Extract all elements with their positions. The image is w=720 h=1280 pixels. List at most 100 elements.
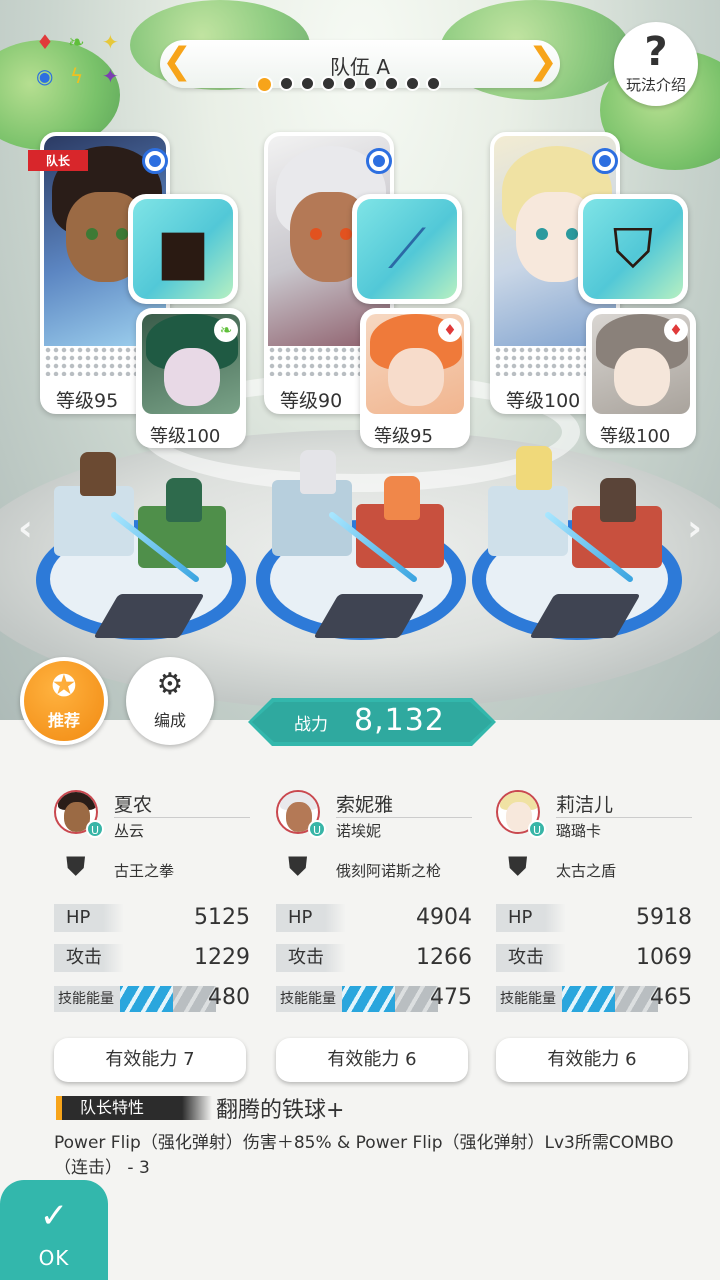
skill-energy-value: 465 — [650, 985, 692, 1010]
water-attribute-icon — [366, 148, 392, 174]
team-page-indicator[interactable] — [256, 76, 441, 94]
recommend-button[interactable]: ✪ 推荐 — [20, 657, 108, 745]
shield-icon: ⛉ — [612, 217, 654, 280]
leader-tag: 队长 — [28, 150, 89, 171]
team-power-banner: 战力 8,132 — [248, 698, 496, 746]
leader-trait-tag: 队长特性 — [56, 1096, 212, 1120]
light-sparkle-icon: ✦ — [102, 30, 119, 54]
hp-label: HP — [54, 904, 124, 932]
sub-link-icon: U — [86, 820, 104, 838]
sub-level: 等级100 — [144, 420, 227, 448]
water-attribute-icon — [142, 148, 168, 174]
team-page-dot[interactable] — [321, 76, 336, 91]
skill-energy-label: 技能能量 — [276, 986, 348, 1012]
help-button[interactable]: ? 玩法介绍 — [614, 22, 698, 106]
attack-value: 1266 — [416, 945, 472, 970]
element-chart[interactable]: ♦ ❧ ✦ ◉ ϟ ✦ — [34, 30, 134, 94]
main-level: 等级90 — [274, 384, 349, 410]
effective-ability-button[interactable]: 有效能力 6 — [496, 1038, 688, 1082]
team-page-dot[interactable] — [279, 76, 294, 91]
ok-button[interactable]: ✓ OK — [0, 1180, 108, 1280]
skill-energy-label: 技能能量 — [54, 986, 126, 1012]
power-value: 8,132 — [354, 703, 445, 738]
thunder-bolt-icon: ϟ — [70, 64, 84, 88]
fire-diamond-icon: ♦ — [36, 30, 54, 54]
attack-label: 攻击 — [496, 944, 566, 972]
dark-star-icon: ✦ — [102, 64, 119, 88]
water-attribute-icon — [592, 148, 618, 174]
sub-character-portrait[interactable]: ♦ 等级95 — [360, 308, 470, 448]
equipment-slot[interactable]: ⛉ — [578, 194, 688, 304]
attack-label: 攻击 — [276, 944, 346, 972]
hp-label: HP — [496, 904, 566, 932]
equipment-slot[interactable]: ▆ — [128, 194, 238, 304]
equipment-name: 古王之拳 — [114, 862, 175, 880]
character-name: 莉洁儿 — [556, 794, 614, 816]
formation-button[interactable]: ⚙ 编成 — [126, 657, 214, 745]
main-level: 等级95 — [50, 384, 125, 410]
sub-character-name: 丛云 — [114, 822, 145, 840]
team-page-dot[interactable] — [342, 76, 357, 91]
leader-trait-description: Power Flip（强化弹射）伤害＋85% & Power Flip（强化弹射… — [54, 1133, 674, 1178]
water-orb-icon: ◉ — [36, 64, 54, 88]
character-stats-column-2: U 索妮雅 诺埃妮 ⛊ 俄刻阿诺斯之枪 HP 4904 攻击 1266 技能能量 4… — [276, 790, 472, 1082]
question-mark-icon: ? — [644, 29, 668, 75]
effective-ability-button[interactable]: 有效能力 6 — [276, 1038, 468, 1082]
skill-energy-label: 技能能量 — [496, 986, 568, 1012]
chevron-right-icon[interactable]: › — [687, 508, 702, 549]
team-page-dot[interactable] — [256, 76, 273, 93]
skill-energy-value: 480 — [208, 985, 250, 1010]
hp-value: 4904 — [416, 905, 472, 930]
team-page-dot[interactable] — [300, 76, 315, 91]
team-page-dot[interactable] — [405, 76, 420, 91]
chevron-left-icon[interactable]: ‹ — [18, 508, 33, 549]
sub-character-portrait[interactable]: ♦ 等级100 — [586, 308, 696, 448]
attack-value: 1069 — [636, 945, 692, 970]
character-card-1[interactable]: 等级95 队长 ▆ ❧ 等级100 — [28, 132, 250, 452]
gauntlet-icon: ▆ — [162, 217, 204, 280]
sub-level: 等级100 — [594, 420, 677, 448]
sub-character-name: 璐璐卡 — [556, 822, 602, 840]
pixel-character — [600, 478, 636, 522]
skill-energy-bar — [562, 986, 658, 1012]
attack-label: 攻击 — [54, 944, 124, 972]
recommend-label: 推荐 — [47, 711, 80, 730]
fire-attribute-icon: ♦ — [664, 318, 688, 342]
team-page-dot[interactable] — [426, 76, 441, 91]
pixel-character — [166, 478, 202, 522]
ok-label: OK — [38, 1246, 70, 1270]
team-page-dot[interactable] — [363, 76, 378, 91]
equipment-name: 太古之盾 — [556, 862, 617, 880]
character-card-3[interactable]: 等级100 ⛉ ♦ 等级100 — [490, 132, 700, 452]
pixel-character — [80, 452, 116, 496]
power-label: 战力 — [294, 715, 328, 735]
team-page-dot[interactable] — [384, 76, 399, 91]
help-label: 玩法介绍 — [625, 76, 686, 94]
pixel-character — [300, 450, 336, 494]
sub-character-portrait[interactable]: ❧ 等级100 — [136, 308, 246, 448]
effective-ability-button[interactable]: 有效能力 7 — [54, 1038, 246, 1082]
character-name: 夏农 — [114, 794, 153, 816]
attack-value: 1229 — [194, 945, 250, 970]
equipment-shield-icon: ⛊ — [288, 852, 308, 882]
main-level: 等级100 — [500, 384, 587, 410]
checkmark-icon: ✓ — [39, 1196, 69, 1236]
hp-label: HP — [276, 904, 346, 932]
sub-level: 等级95 — [368, 420, 439, 448]
chevron-right-icon[interactable]: ❯ — [528, 42, 558, 82]
wind-attribute-icon: ❧ — [214, 318, 238, 342]
pixel-character — [384, 476, 420, 520]
equipment-slot[interactable]: ⟋ — [352, 194, 462, 304]
pixel-character — [516, 446, 552, 490]
skill-energy-bar — [120, 986, 216, 1012]
auto-team-icon: ✪ — [51, 669, 77, 704]
leader-trait-name: 翻腾的铁球+ — [216, 1098, 345, 1123]
character-stats-column-3: U 莉洁儿 璐璐卡 ⛊ 太古之盾 HP 5918 攻击 1069 技能能量 465 … — [496, 790, 692, 1082]
character-name: 索妮雅 — [336, 794, 394, 816]
hp-value: 5918 — [636, 905, 692, 930]
skill-energy-bar — [342, 986, 438, 1012]
character-card-2[interactable]: 等级90 ⟋ ♦ 等级95 — [264, 132, 474, 452]
formation-label: 编成 — [153, 711, 186, 730]
sub-link-icon: U — [308, 820, 326, 838]
team-scene: ♦ ❧ ✦ ◉ ϟ ✦ ❮ 队伍 A ❯ ? 玩法介绍 等级95 队长 ▆ ❧ … — [0, 0, 720, 720]
